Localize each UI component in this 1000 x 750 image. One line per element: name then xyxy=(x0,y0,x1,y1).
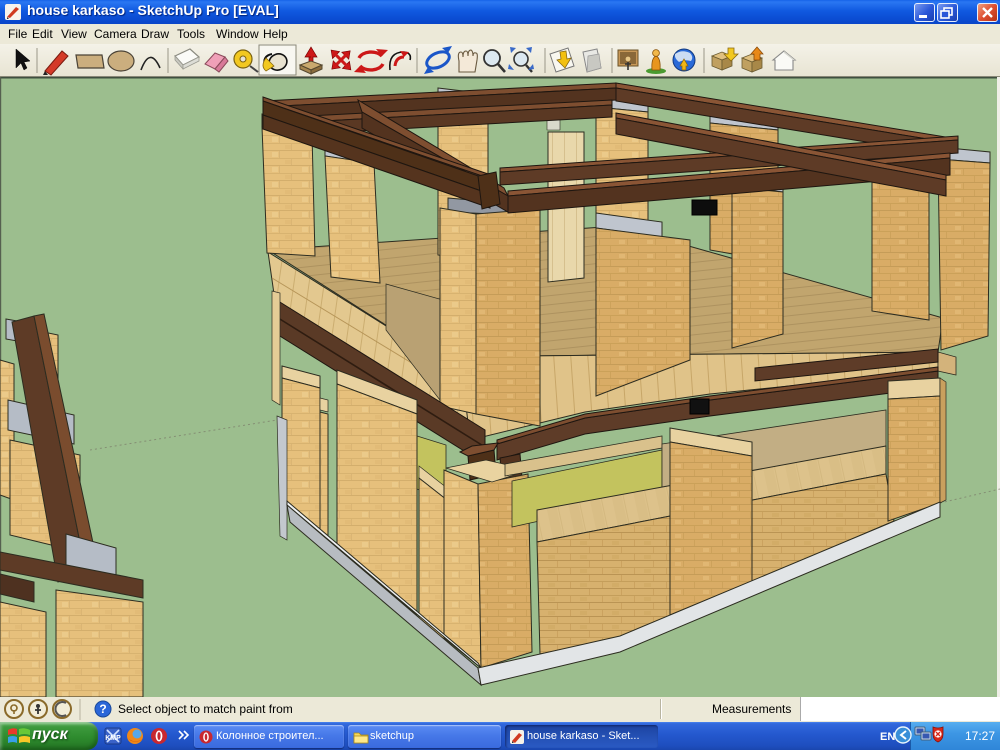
svg-text:KMP: KMP xyxy=(105,735,121,742)
svg-text:?: ? xyxy=(99,702,106,716)
svg-text:EN: EN xyxy=(880,731,895,743)
